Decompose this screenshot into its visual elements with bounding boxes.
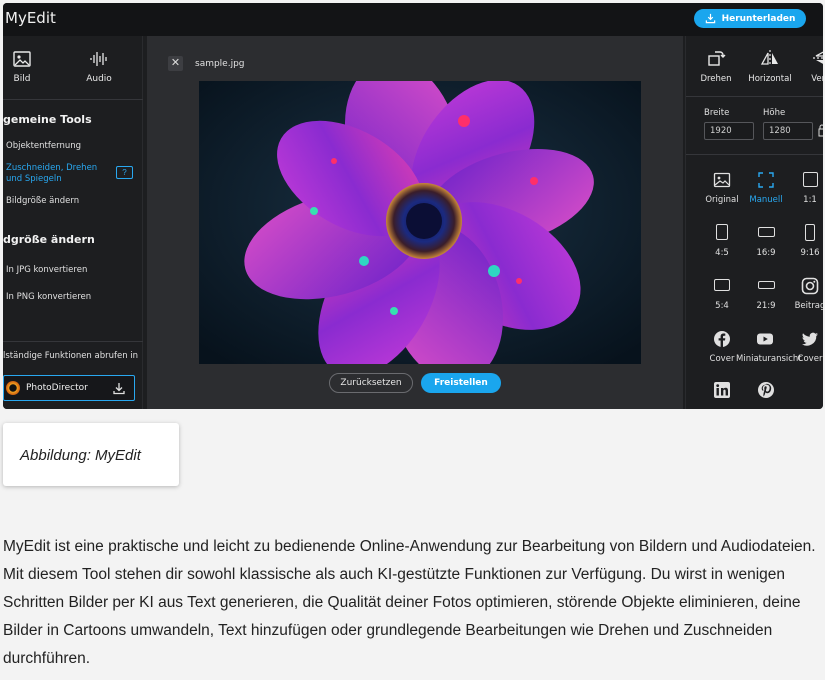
help-icon[interactable]: ? xyxy=(116,166,133,179)
ratio-4-5-label: 4:5 xyxy=(715,248,729,258)
ratio-9-16[interactable]: 9:16 xyxy=(788,224,823,258)
tab-audio-label: Audio xyxy=(86,74,112,84)
ratio-youtube-thumbnail[interactable]: Miniaturansicht xyxy=(736,330,802,364)
divider xyxy=(686,154,823,155)
image-icon xyxy=(13,51,31,67)
ratio-21-9-label: 21:9 xyxy=(756,301,776,311)
tall-portrait-icon xyxy=(805,224,815,241)
ratio-original-label: Original xyxy=(705,195,739,205)
square-icon xyxy=(802,172,818,187)
photodirector-label: PhotoDirector xyxy=(26,383,88,393)
crop-free-icon xyxy=(758,172,774,188)
ratio-9-16-label: 9:16 xyxy=(800,248,820,258)
linkedin-icon xyxy=(714,382,730,398)
ratio-manual-label: Manuell xyxy=(749,195,783,205)
pinterest-icon xyxy=(758,382,774,398)
photodirector-logo-icon xyxy=(6,381,20,395)
ratio-4-5[interactable]: 4:5 xyxy=(700,224,744,258)
height-label: Höhe xyxy=(763,108,786,118)
download-icon xyxy=(705,13,715,24)
section-title-tools: gemeine Tools xyxy=(3,113,92,126)
ratio-linkedin[interactable] xyxy=(700,381,744,405)
flip-vertical-label: Verti xyxy=(811,74,823,84)
ratio-1-1-label: 1:1 xyxy=(803,195,817,205)
lock-icon[interactable] xyxy=(818,124,823,137)
top-bar: MyEdit Herunterladen xyxy=(3,3,823,36)
landscape-icon xyxy=(714,279,730,291)
instagram-icon xyxy=(801,277,819,295)
divider xyxy=(3,341,143,342)
waveform-icon xyxy=(90,52,107,66)
ratio-twitter-cover-label: Cover xyxy=(797,354,823,364)
ratio-5-4-label: 5:4 xyxy=(715,301,729,311)
promo-text: lständige Funktionen abrufen in xyxy=(3,351,139,361)
flip-horizontal-button[interactable]: Horizontal xyxy=(748,48,792,84)
ratio-original[interactable]: Original xyxy=(700,171,744,205)
photo-preview[interactable] xyxy=(199,81,641,364)
ratio-16-9-label: 16:9 xyxy=(756,248,776,258)
tab-image-label: Bild xyxy=(13,74,31,84)
ratio-1-1[interactable]: 1:1 xyxy=(788,171,823,205)
download-label: Herunterladen xyxy=(721,13,796,24)
flip-horizontal-label: Horizontal xyxy=(748,74,792,84)
ratio-16-9[interactable]: 16:9 xyxy=(744,224,788,258)
ratio-instagram-post[interactable]: Beitrag xyxy=(788,277,823,311)
divider xyxy=(3,99,143,100)
sidebar-item-crop-rotate[interactable]: Zuschneiden, Drehen und Spiegeln xyxy=(6,163,116,185)
ratio-manual[interactable]: Manuell xyxy=(744,171,788,205)
figure-caption: Abbildung: MyEdit xyxy=(20,447,141,464)
flip-vertical-icon xyxy=(813,51,823,64)
download-icon xyxy=(113,383,125,395)
youtube-icon xyxy=(757,333,773,345)
file-name: sample.jpg xyxy=(195,59,245,69)
ratio-facebook-cover-label: Cover xyxy=(709,354,735,364)
figure-caption-box: Abbildung: MyEdit xyxy=(3,423,179,486)
ratio-5-4[interactable]: 5:4 xyxy=(700,277,744,311)
ratio-21-9[interactable]: 21:9 xyxy=(744,277,788,311)
sidebar-item-to-png[interactable]: In PNG konvertieren xyxy=(6,292,91,303)
photodirector-button[interactable]: PhotoDirector xyxy=(3,375,135,401)
wide-landscape-icon xyxy=(757,281,775,289)
canvas-area: ✕ sample.jpg Zurücksetzen Freistellen xyxy=(147,36,683,409)
sidebar-item-resize[interactable]: Bildgröße ändern xyxy=(6,196,79,207)
height-field[interactable]: 1280 xyxy=(763,122,813,140)
section-title-resize: dgröße ändern xyxy=(3,233,95,246)
flip-horizontal-icon xyxy=(760,50,778,66)
sidebar-item-to-jpg[interactable]: In JPG konvertieren xyxy=(6,265,87,276)
portrait-icon xyxy=(716,224,728,240)
tab-audio[interactable]: Audio xyxy=(69,50,129,84)
close-icon[interactable]: ✕ xyxy=(168,56,183,71)
width-field[interactable]: 1920 xyxy=(704,122,754,140)
flower-image xyxy=(199,81,641,364)
sidebar-item-object-removal[interactable]: Objektentfernung xyxy=(6,141,81,152)
facebook-icon xyxy=(714,331,730,347)
rotate-button[interactable]: Drehen xyxy=(694,48,738,84)
ratio-twitter-cover[interactable]: Cover xyxy=(788,330,823,364)
landscape-icon xyxy=(757,227,775,237)
divider xyxy=(686,96,823,97)
flip-vertical-button[interactable]: Verti xyxy=(799,48,823,84)
ratio-instagram-post-label: Beitrag xyxy=(794,301,823,311)
rotate-icon xyxy=(708,51,726,66)
settings-panel: Drehen Horizontal Verti Breite Höhe 1920… xyxy=(685,36,823,409)
app-screenshot: MyEdit Herunterladen Bild Audio gemeine … xyxy=(3,3,823,409)
rotate-label: Drehen xyxy=(700,74,732,84)
apply-crop-button[interactable]: Freistellen xyxy=(421,373,501,393)
image-icon xyxy=(713,172,731,188)
download-button[interactable]: Herunterladen xyxy=(694,9,806,28)
width-label: Breite xyxy=(704,108,730,118)
twitter-icon xyxy=(802,332,818,346)
reset-button[interactable]: Zurücksetzen xyxy=(329,373,413,393)
app-title: MyEdit xyxy=(5,9,56,27)
tab-image[interactable]: Bild xyxy=(3,50,52,84)
description-paragraph: MyEdit ist eine praktische und leicht zu… xyxy=(3,538,816,667)
sidebar: Bild Audio gemeine Tools Objektentfernun… xyxy=(3,36,143,409)
ratio-pinterest[interactable] xyxy=(744,381,788,405)
